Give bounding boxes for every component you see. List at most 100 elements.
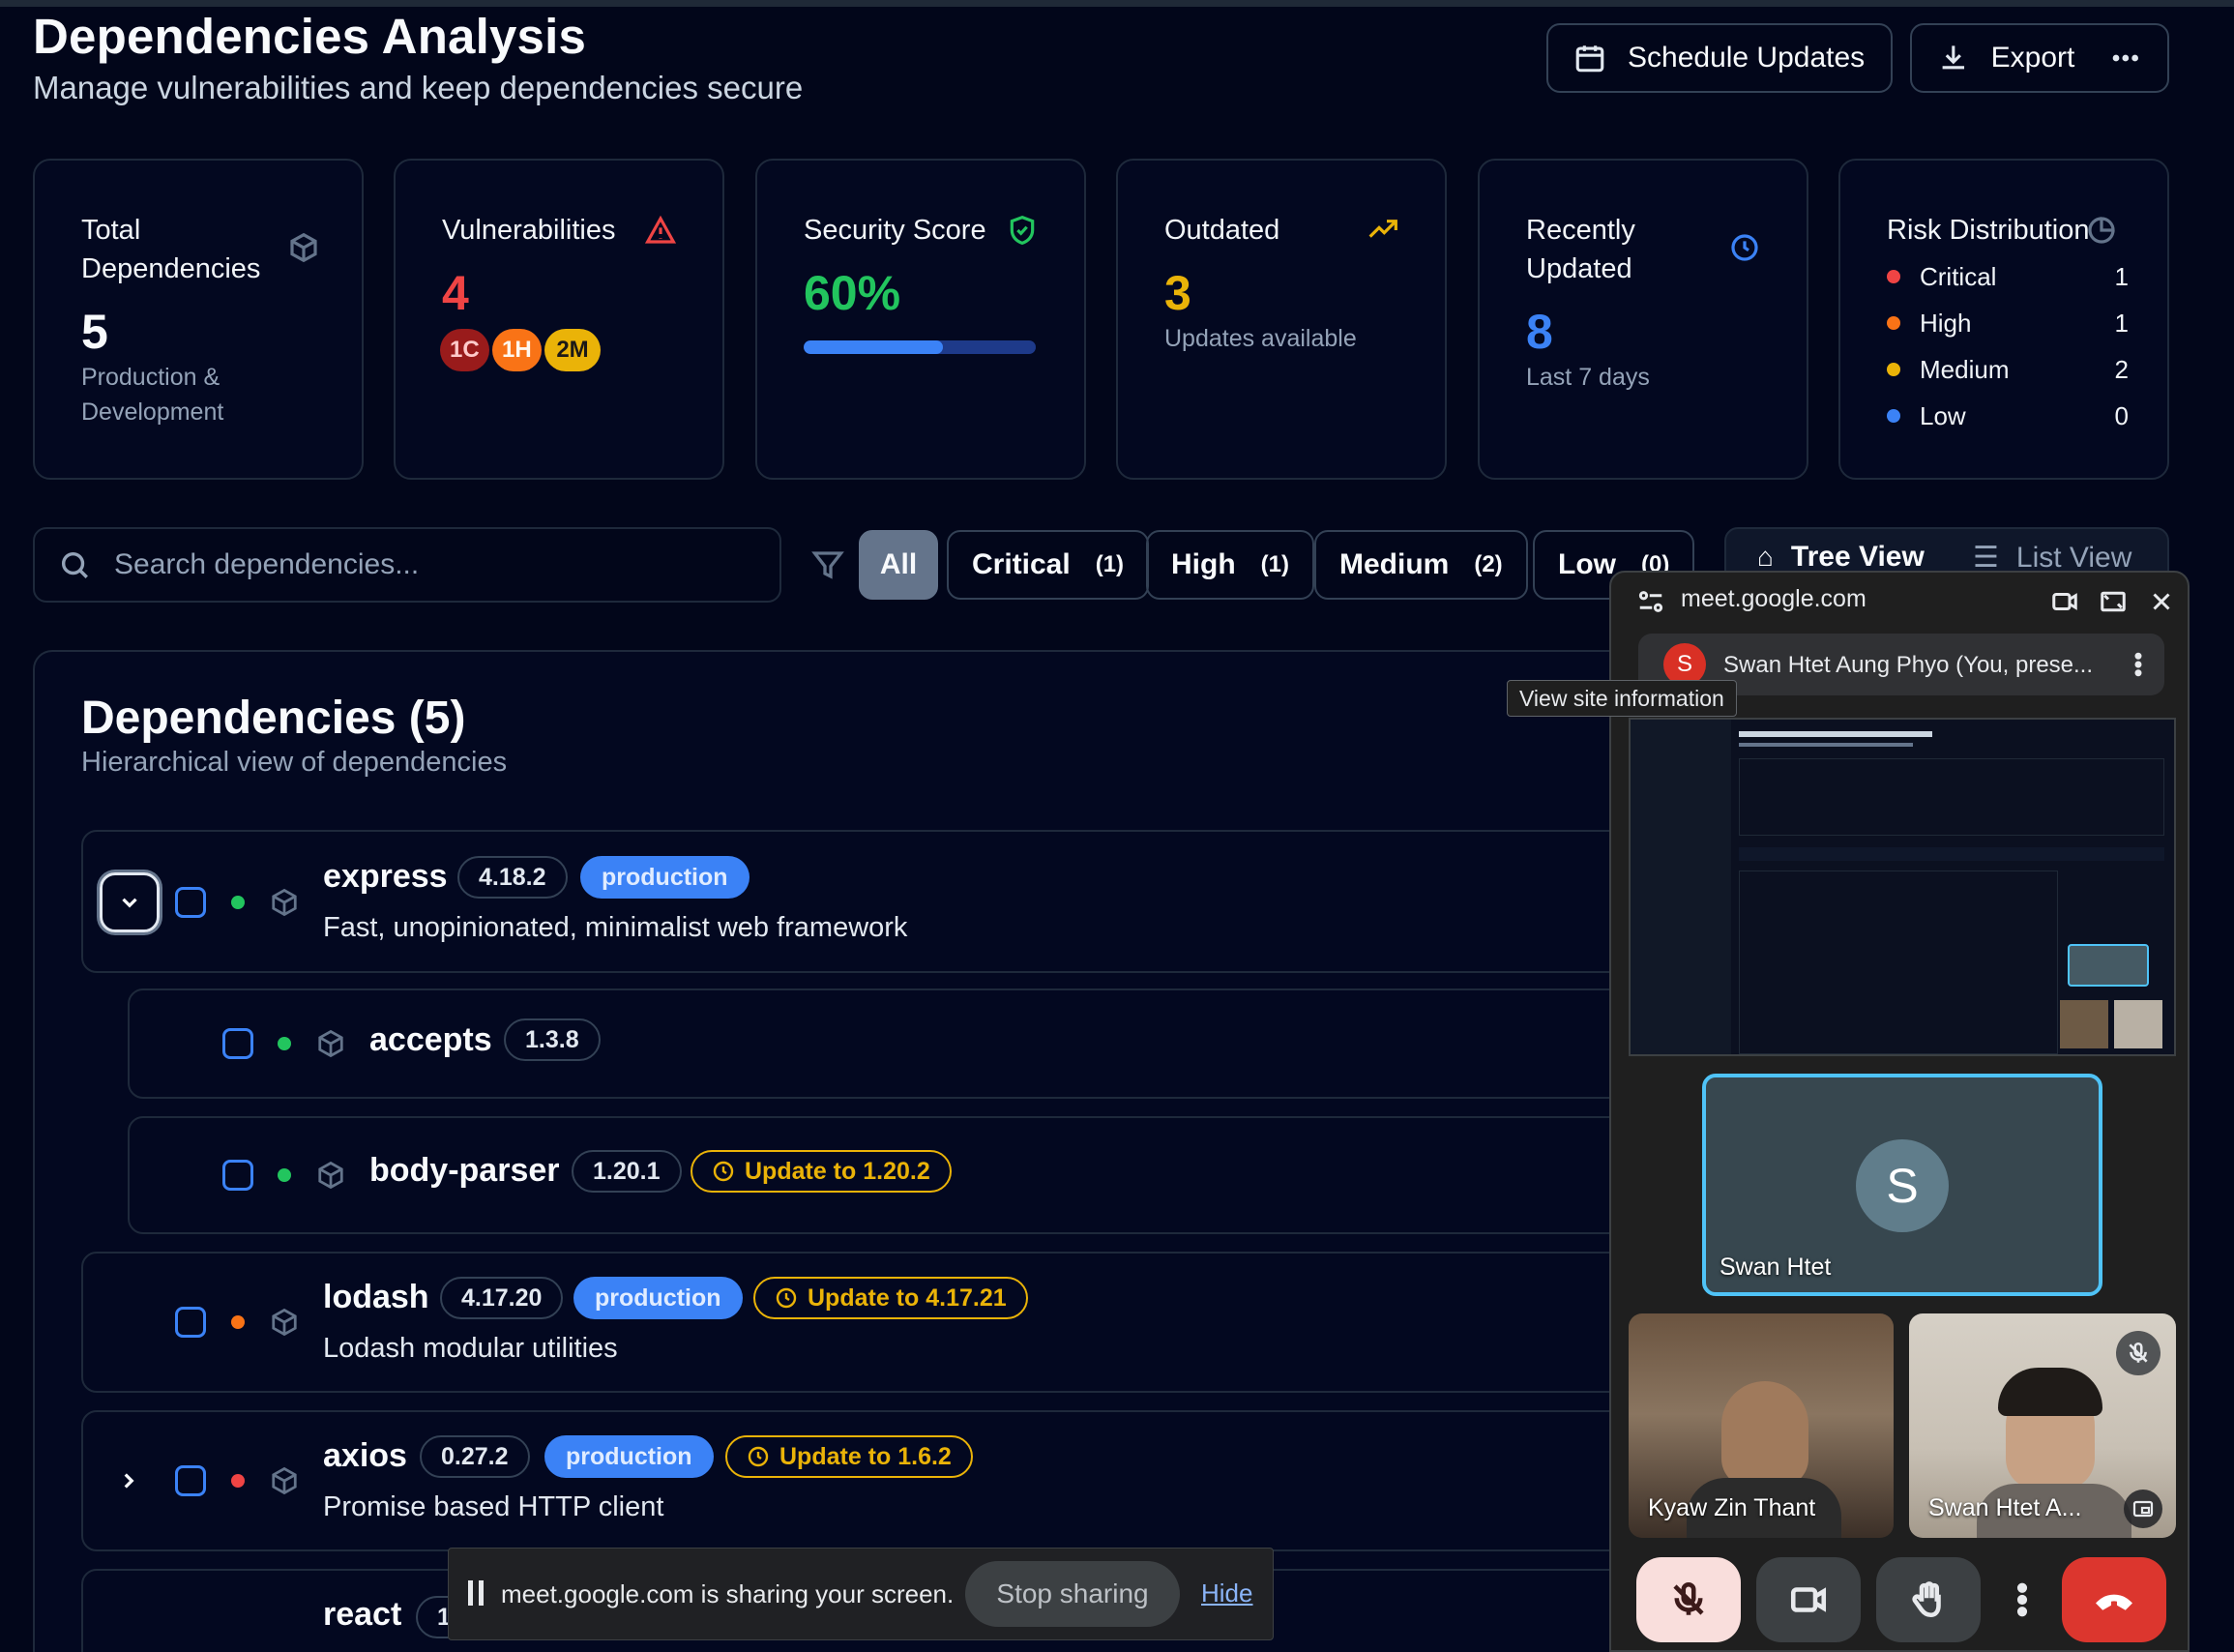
clock-icon	[748, 1446, 769, 1467]
critical-dot	[1887, 270, 1900, 283]
row-checkbox[interactable]	[175, 887, 206, 918]
card-value: 8	[1526, 305, 1553, 359]
total-dependencies-card: Total Dependencies 5 Production & Develo…	[33, 159, 364, 480]
status-dot	[278, 1168, 291, 1182]
card-value: 5	[81, 305, 108, 359]
card-label: Risk Distribution	[1887, 215, 2090, 246]
camera-button[interactable]	[1756, 1557, 1861, 1642]
package-description: Fast, unopinionated, minimalist web fram…	[323, 912, 908, 943]
browser-top-edge	[0, 0, 2234, 7]
risk-row-high: High 1	[1887, 304, 2129, 342]
status-dot	[231, 1474, 245, 1488]
package-name: axios	[323, 1437, 407, 1474]
preview-subtitle-line	[1739, 743, 1913, 747]
card-subtext: Last 7 days	[1526, 364, 1650, 391]
search-box[interactable]	[33, 527, 781, 603]
participant-name: Kyaw Zin Thant	[1648, 1494, 1816, 1521]
filter-critical-button[interactable]: Critical (1)	[947, 530, 1150, 600]
pie-chart-icon	[2088, 217, 2115, 244]
version-badge: 4.17.20	[440, 1277, 564, 1319]
schedule-updates-button[interactable]: Schedule Updates	[1546, 23, 1893, 93]
card-label: Total Dependencies	[81, 215, 261, 284]
raise-hand-button[interactable]	[1876, 1557, 1981, 1642]
version-badge: 0.27.2	[420, 1435, 530, 1478]
participant-name: Swan Htet A...	[1928, 1494, 2082, 1521]
filter-label: Critical	[972, 548, 1071, 580]
filter-label: Medium	[1339, 548, 1450, 580]
card-label: Security Score	[804, 215, 986, 246]
update-label: Update to 1.20.2	[745, 1157, 930, 1185]
microphone-button[interactable]	[1636, 1557, 1741, 1642]
environment-badge: production	[580, 856, 750, 899]
presenter-name: Swan Htet Aung Phyo (You, prese...	[1723, 652, 2094, 678]
risk-name: Low	[1920, 400, 1966, 430]
vulnerabilities-card: Vulnerabilities 4	[394, 159, 724, 480]
site-info-icon[interactable]	[1636, 587, 1665, 616]
update-badge[interactable]: Update to 1.6.2	[725, 1435, 973, 1478]
update-badge[interactable]: Update to 4.17.21	[753, 1277, 1028, 1319]
close-icon[interactable]	[2147, 587, 2176, 616]
risk-row-low: Low 0	[1887, 397, 2129, 435]
video-icon[interactable]	[2050, 587, 2079, 616]
package-icon	[290, 232, 317, 263]
back-to-tab-icon[interactable]	[2099, 587, 2128, 616]
filter-high-button[interactable]: High (1)	[1146, 530, 1314, 600]
video-icon	[1790, 1587, 1827, 1612]
chevron-right-icon[interactable]	[116, 1468, 141, 1493]
card-value: 60%	[804, 266, 901, 320]
preview-camera-2	[2114, 1000, 2162, 1048]
security-score-progress	[804, 340, 1036, 354]
risk-name: High	[1920, 308, 1972, 338]
alert-triangle-icon	[645, 215, 676, 244]
stop-sharing-button[interactable]: Stop sharing	[965, 1561, 1180, 1627]
row-checkbox[interactable]	[222, 1160, 253, 1191]
calendar-icon	[1575, 45, 1604, 73]
share-status-text: meet.google.com is sharing your screen.	[501, 1579, 955, 1608]
card-label: Vulnerabilities	[442, 215, 616, 246]
tree-view-button[interactable]: ⌂ Tree View	[1757, 541, 1925, 574]
environment-badge: production	[573, 1277, 743, 1319]
leave-call-button[interactable]	[2062, 1557, 2166, 1642]
search-input[interactable]	[114, 548, 779, 581]
package-name: body-parser	[369, 1152, 560, 1189]
pin-tile-button[interactable]	[2124, 1490, 2162, 1528]
package-icon	[272, 888, 297, 917]
page-root: Dependencies Analysis Manage vulnerabili…	[0, 0, 2234, 1652]
security-score-progress-fill	[804, 340, 943, 354]
package-name: accepts	[369, 1021, 492, 1058]
list-view-button[interactable]: ☰ List View	[1973, 541, 2131, 575]
card-value: 4	[442, 266, 469, 320]
pause-icon	[468, 1580, 485, 1606]
card-value: 3	[1164, 266, 1191, 320]
low-dot	[1887, 409, 1900, 423]
risk-distribution-card: Risk Distribution Critical 1 High 1 Medi…	[1838, 159, 2169, 480]
more-options-button[interactable]	[1998, 1557, 2046, 1642]
meet-url: meet.google.com	[1681, 585, 1867, 612]
collapse-button[interactable]	[100, 872, 160, 932]
list-view-label: List View	[2015, 541, 2132, 574]
update-badge[interactable]: Update to 1.20.2	[691, 1150, 952, 1193]
critical-count-badge: 1C	[440, 329, 489, 371]
filter-medium-button[interactable]: Medium (2)	[1314, 530, 1528, 600]
page-subtitle: Manage vulnerabilities and keep dependen…	[33, 70, 804, 105]
package-icon	[272, 1308, 297, 1337]
more-vertical-icon	[2016, 1582, 2028, 1617]
status-dot	[231, 896, 245, 909]
export-button[interactable]: Export	[1910, 23, 2169, 93]
risk-name: Critical	[1920, 261, 1997, 291]
preview-cards	[1739, 758, 2164, 836]
row-checkbox[interactable]	[222, 1028, 253, 1059]
row-checkbox[interactable]	[175, 1307, 206, 1338]
hide-link[interactable]: Hide	[1201, 1578, 1252, 1608]
filter-label: High	[1171, 548, 1236, 580]
self-avatar: S	[1856, 1139, 1949, 1232]
recently-updated-card: Recently Updated 8 Last 7 days	[1478, 159, 1808, 480]
filter-all-button[interactable]: All	[859, 530, 938, 600]
more-horizontal-icon[interactable]	[2109, 42, 2142, 74]
more-vertical-icon[interactable]	[2124, 650, 2153, 679]
row-checkbox[interactable]	[175, 1465, 206, 1496]
risk-name: Medium	[1920, 354, 2010, 384]
package-icon	[318, 1161, 343, 1190]
download-icon	[1942, 45, 1965, 70]
status-dot	[278, 1037, 291, 1050]
